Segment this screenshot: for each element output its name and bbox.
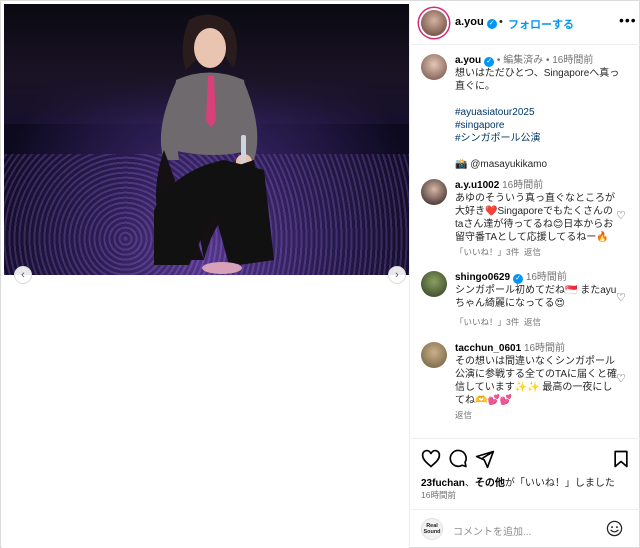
author-username[interactable]: a.you ✓ [455,16,497,29]
media-pane: ‹ › [2,2,410,548]
add-comment-row: Real Sound コメントを追加... [411,509,640,548]
comment-username[interactable]: a.y.u1002 [455,180,499,191]
caption-avatar[interactable] [421,54,447,80]
comment-icon[interactable] [448,449,468,469]
chevron-left-icon[interactable]: ‹ [14,266,32,284]
verified-badge-icon: ✓ [486,19,497,29]
separator-dot: • [499,16,503,28]
comment-body: a.y.u1002 16時間前 あゆのそういう真っ直ぐなところが大好き❤️Sin… [455,179,620,244]
comment-time: 16時間前 [523,343,566,354]
caption-username[interactable]: a.you [455,55,481,66]
heart-icon[interactable]: ♡ [616,209,626,222]
chevron-right-icon[interactable]: › [388,266,406,284]
performer-figure [154,14,274,274]
caption-text: 想いはただひとつ、Singaporeへ真っ直ぐに。 [455,68,620,92]
comment-likes[interactable]: 「いいね！」3件 [455,247,519,257]
heart-icon[interactable] [421,449,441,469]
comment-meta: 返信 [455,409,472,421]
more-options-icon[interactable]: ••• [619,12,637,28]
send-icon[interactable] [475,449,495,469]
comment-avatar[interactable] [421,271,447,297]
commenter-avatar[interactable]: Real Sound [421,518,443,540]
likes-others-link[interactable]: その他 [475,478,505,489]
reply-button[interactable]: 返信 [524,247,541,257]
hashtag-link[interactable]: #ayuasiatour2025 [455,107,535,118]
comment-body: shingo0629 ✓ 16時間前 シンガポール初めてだね🇸🇬 またayuちゃん… [455,271,620,310]
emoji-icon[interactable] [606,520,623,537]
comment-body: tacchun_0601 16時間前 その想いは間違いなくシンガポール公演に参戦… [455,342,620,407]
hashtag-link[interactable]: #シンガポール公演 [455,133,541,144]
verified-badge-icon: ✓ [484,57,495,67]
heart-icon[interactable]: ♡ [616,372,626,385]
author-username-text[interactable]: a.you [455,16,484,28]
add-comment-input[interactable]: コメントを追加... [453,523,531,538]
action-bar: 23fuchan、その他が「いいね！」しました 16時間前 Real Sound… [411,438,640,548]
reply-button[interactable]: 返信 [524,317,541,327]
edited-label: 編集済み [503,55,544,66]
bookmark-icon[interactable] [611,449,631,469]
likes-summary: 23fuchan、その他が「いいね！」しました [421,478,615,489]
reply-button[interactable]: 返信 [455,410,472,420]
follow-button[interactable]: フォローする [508,16,574,32]
likes-user-link[interactable]: 23fuchan [421,478,465,489]
comments-list[interactable]: a.you ✓ • 編集済み • 16時間前 想いはただひとつ、Singapore… [411,46,640,438]
comment-username[interactable]: tacchun_0601 [455,343,521,354]
comment-avatar[interactable] [421,342,447,368]
likes-suffix: が「いいね！」しました [504,478,615,489]
comment-time: 16時間前 [502,180,544,191]
caption-edited: • 編集済み • 16時間前 [496,55,594,66]
comment-text: シンガポール初めてだね🇸🇬 またayuちゃん綺麗になってる😍 [455,285,617,309]
comment-avatar[interactable] [421,179,447,205]
comment-text: あゆのそういう真っ直ぐなところが大好き❤️Singaporeでもたくさんのtaさ… [455,193,615,243]
comment-meta: 「いいね！」3件 返信 [455,316,541,328]
hashtag-link[interactable]: #singapore [455,120,504,131]
comment-meta: 「いいね！」3件 返信 [455,246,541,258]
author-avatar[interactable] [421,10,447,36]
post-dialog: ‹ › a.you ✓ • フォローする ••• a.you ✓ • 編集済み • … [0,0,640,548]
comment-username[interactable]: shingo0629 [455,272,510,283]
caption-time: 16時間前 [552,55,594,66]
post-time[interactable]: 16時間前 [421,489,456,501]
heart-icon[interactable]: ♡ [616,291,626,304]
caption-body: a.you ✓ • 編集済み • 16時間前 想いはただひとつ、Singapore… [455,54,620,171]
post-photo[interactable] [4,4,409,275]
comment-text: その想いは間違いなくシンガポール公演に参戦する全てのTAに届くと確信しています✨… [455,356,618,406]
comment-time: 16時間前 [525,272,567,283]
post-side-panel: a.you ✓ • フォローする ••• a.you ✓ • 編集済み • 16時間… [411,2,640,548]
verified-badge-icon: ✓ [513,274,524,284]
comment-likes[interactable]: 「いいね！」3件 [455,317,519,327]
post-header: a.you ✓ • フォローする ••• [411,2,640,45]
photo-credit[interactable]: 📸 @masayukikamo [455,159,547,170]
